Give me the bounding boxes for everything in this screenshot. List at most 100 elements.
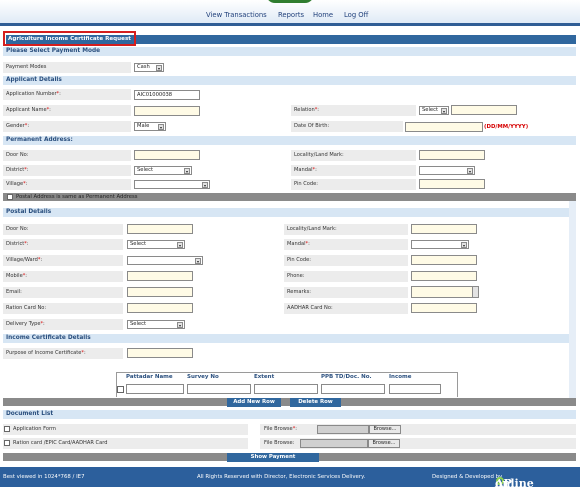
perm-mandal-select[interactable] (419, 166, 475, 175)
col-survey-no: Survey No (187, 374, 219, 380)
label-cell (260, 424, 576, 435)
chevron-down-icon (177, 322, 183, 328)
ration-card-label: Ration Card No: (6, 305, 47, 311)
relation-name-field[interactable] (451, 105, 517, 115)
applicant-name-label: Applicant Name*: (6, 107, 51, 113)
section-applicant-details: Applicant Details (3, 76, 576, 85)
relation-label: Relation*: (294, 107, 320, 113)
section-income-certificate: Income Certificate Details (3, 334, 569, 343)
postal-mandal-label: Mandal*: (287, 241, 310, 247)
mobile-field[interactable] (127, 271, 193, 281)
ration-card-field[interactable] (127, 303, 193, 313)
browse-button[interactable]: Browse... (368, 439, 400, 448)
add-new-row-button[interactable]: Add New Row (227, 398, 281, 407)
payment-mode-select[interactable]: Cash (134, 63, 164, 72)
doc-application-form-label: Application Form (13, 426, 56, 432)
same-address-label: Postal Address is same as Permanent Addr… (16, 194, 138, 200)
gender-label: Gender*: (6, 123, 30, 129)
postal-door-field[interactable] (127, 224, 193, 234)
postal-district-select[interactable]: Select (127, 240, 185, 249)
file-path-field[interactable] (300, 439, 368, 448)
delivery-type-select[interactable]: Select (127, 320, 185, 329)
footer-browser-note: Best viewed in 1024*768 / IE7 (3, 474, 85, 480)
income-field[interactable] (389, 384, 441, 394)
file-browse-label: File Browse*: (264, 426, 297, 432)
remarks-scrollbar[interactable] (472, 287, 478, 297)
postal-pin-label: Pin Code: (287, 257, 311, 263)
file-path-field[interactable] (317, 425, 369, 434)
email-field[interactable] (127, 287, 193, 297)
application-number-label: Application Number*: (6, 91, 61, 97)
footer: Best viewed in 1024*768 / IE7 All Rights… (0, 467, 580, 487)
doc-ration-card-label: Ration card /EPIC Card/AADHAR Card (13, 440, 108, 446)
postal-door-label: Door No: (6, 226, 29, 232)
remarks-label: Remarks: (287, 289, 311, 295)
footer-rights: All Rights Reserved with Director, Elect… (197, 474, 366, 480)
chevron-down-icon (202, 182, 208, 188)
dob-field[interactable] (405, 122, 483, 132)
payment-modes-label: Payment Modes (6, 64, 47, 70)
postal-village-select[interactable] (127, 256, 203, 265)
col-pattadar-name: Pattadar Name (126, 374, 173, 380)
nav-view-transactions[interactable]: View Transactions (206, 11, 267, 19)
perm-district-label: District*: (6, 167, 29, 173)
extent-field[interactable] (254, 384, 318, 394)
file-browse-label: File Browse: (264, 440, 295, 446)
delete-row-button[interactable]: Delete Row (290, 398, 341, 407)
chevron-down-icon (177, 242, 183, 248)
logo-fragment (266, 0, 314, 3)
postal-side-strip (569, 201, 576, 406)
survey-no-field[interactable] (187, 384, 251, 394)
nav-log-off[interactable]: Log Off (344, 11, 368, 19)
col-extent: Extent (254, 374, 275, 380)
chevron-down-icon (156, 65, 162, 71)
pattadar-name-field[interactable] (126, 384, 184, 394)
col-income: Income (389, 374, 412, 380)
purpose-field[interactable] (127, 348, 193, 358)
postal-locality-label: Locality/Land Mark: (287, 226, 337, 232)
email-label: Email: (6, 289, 22, 295)
perm-village-select[interactable] (134, 180, 210, 189)
perm-village-label: Village*: (6, 181, 28, 187)
perm-locality-field[interactable] (419, 150, 485, 160)
section-document-list: Document List (3, 410, 576, 419)
aadhar-field[interactable] (411, 303, 477, 313)
perm-door-field[interactable] (134, 150, 200, 160)
postal-pin-field[interactable] (411, 255, 477, 265)
phone-field[interactable] (411, 271, 477, 281)
chevron-down-icon (184, 168, 190, 174)
row-select-checkbox[interactable] (117, 386, 124, 393)
chevron-down-icon (441, 108, 447, 114)
applicant-name-field[interactable] (134, 106, 200, 116)
dob-format-hint: (DD/MM/YYYY) (484, 124, 529, 130)
dob-label: Date Of Birth: (294, 123, 330, 129)
browse-button[interactable]: Browse... (369, 425, 401, 434)
nav-home[interactable]: Home (313, 11, 333, 19)
section-permanent-address: Permanent Address: (3, 136, 576, 145)
aadhar-label: AADHAR Card No: (287, 305, 333, 311)
postal-district-label: District*: (6, 241, 29, 247)
chevron-down-icon (195, 258, 201, 264)
delivery-type-label: Delivery Type*: (6, 321, 45, 327)
same-address-checkbox[interactable] (7, 194, 13, 200)
application-number-field[interactable]: AIC01000038 (134, 90, 200, 100)
postal-locality-field[interactable] (411, 224, 477, 234)
postal-village-label: Village/Ward*: (6, 257, 43, 263)
postal-mandal-select[interactable] (411, 240, 469, 249)
remarks-field[interactable] (411, 286, 479, 298)
perm-pin-field[interactable] (419, 179, 485, 189)
section-postal-details: Postal Details (3, 208, 569, 217)
show-payment-button[interactable]: Show Payment (227, 453, 319, 462)
relation-select[interactable]: Select (419, 106, 449, 115)
perm-door-label: Door No: (6, 152, 29, 158)
col-ppb-td-doc: PPB TD/Doc. No. (321, 374, 372, 380)
perm-district-select[interactable]: Select (134, 166, 192, 175)
page-title-highlight (3, 31, 136, 46)
chevron-down-icon (461, 242, 467, 248)
purpose-label: Purpose of Income Certificate*: (6, 350, 86, 356)
ppb-td-doc-field[interactable] (321, 384, 385, 394)
gender-select[interactable]: Male (134, 122, 166, 131)
nav-reports[interactable]: Reports (278, 11, 304, 19)
perm-mandal-label: Mandal*: (294, 167, 317, 173)
chevron-down-icon (158, 124, 164, 130)
